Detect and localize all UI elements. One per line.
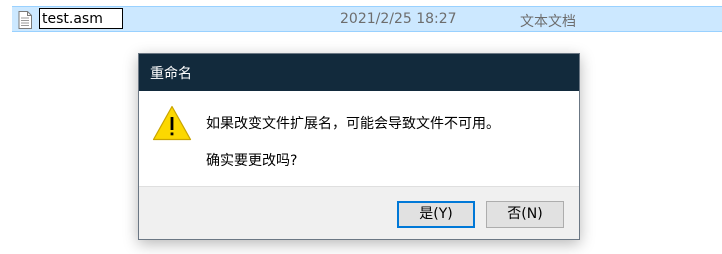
no-button[interactable]: 否(N) (486, 201, 564, 228)
dialog-message: 如果改变文件扩展名，可能会导致文件不可用。 (206, 116, 500, 132)
dialog-question: 确实要更改吗? (206, 153, 298, 169)
yes-button[interactable]: 是(Y) (397, 201, 475, 228)
file-type: 文本文档 (520, 14, 576, 30)
file-list-row[interactable]: 2021/2/25 18:27 文本文档 (12, 6, 722, 32)
dialog-footer: 是(Y) 否(N) (139, 186, 579, 239)
file-explorer-view: 2021/2/25 18:27 文本文档 重命名 如果改变文件扩展名，可能会导致… (0, 0, 722, 254)
file-date-modified: 2021/2/25 18:27 (340, 11, 457, 27)
document-icon (18, 11, 32, 29)
warning-icon (152, 105, 192, 141)
dialog-body: 如果改变文件扩展名，可能会导致文件不可用。 确实要更改吗? (139, 91, 579, 186)
rename-input[interactable] (39, 8, 123, 29)
rename-warning-dialog: 重命名 如果改变文件扩展名，可能会导致文件不可用。 确实要更改吗? 是(Y) 否… (138, 53, 580, 240)
dialog-title: 重命名 (150, 66, 192, 82)
dialog-titlebar[interactable]: 重命名 (139, 54, 579, 91)
